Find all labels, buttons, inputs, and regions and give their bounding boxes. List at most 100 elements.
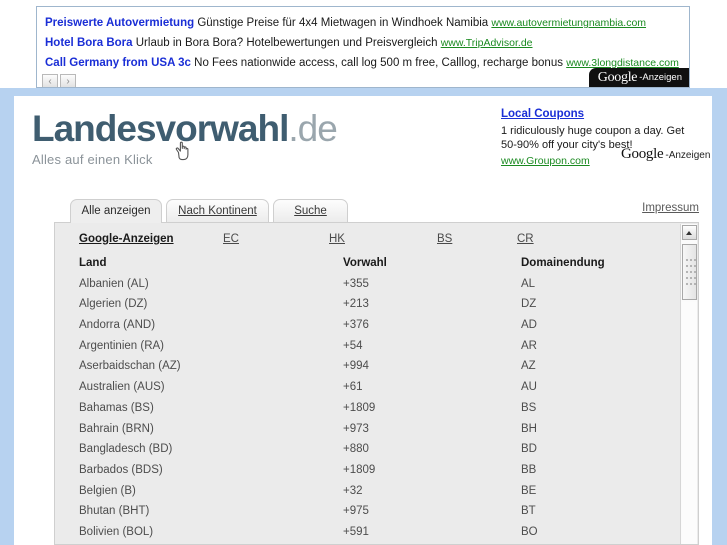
cell-land: Bolivien (BOL): [79, 525, 154, 538]
cell-land: Bahrain (BRN): [79, 422, 154, 435]
table-row: Bahrain (BRN) +973 BH: [79, 423, 669, 444]
table-row: Bhutan (BHT) +975 BT: [79, 505, 669, 526]
table-row: Aserbaidschan (AZ) +994 AZ: [79, 360, 669, 381]
cell-land: Argentinien (RA): [79, 339, 165, 352]
cell-vorwahl: +1809: [343, 463, 376, 476]
banner-ad-title[interactable]: Preiswerte Autovermietung: [45, 17, 194, 29]
ad-code-link-hk[interactable]: HK: [329, 233, 345, 245]
hand-cursor-icon: [175, 141, 189, 161]
cell-domainendung: BB: [521, 463, 537, 476]
cell-domainendung: BH: [521, 422, 537, 435]
coupon-ad-title[interactable]: Local Coupons: [501, 107, 584, 121]
cell-domainendung: AU: [521, 381, 537, 394]
banner-ad-url[interactable]: www.autovermietungnambia.com: [491, 17, 646, 29]
table-row: Belgien (B) +32 BE: [79, 485, 669, 506]
table-scrollbar[interactable]: [680, 224, 697, 544]
column-header-land: Land: [79, 257, 107, 269]
ad-carousel-nav: ‹ ›: [42, 74, 76, 87]
banner-ad-title[interactable]: Call Germany from USA 3c: [45, 57, 191, 69]
tab-label: Nach Kontinent: [178, 205, 257, 217]
cell-vorwahl: +994: [343, 360, 369, 373]
cell-land: Australien (AUS): [79, 381, 165, 394]
cell-vorwahl: +1809: [343, 401, 376, 414]
table-row: Andorra (AND) +376 AD: [79, 319, 669, 340]
banner-ad-title[interactable]: Hotel Bora Bora: [45, 37, 133, 49]
next-arrow-icon[interactable]: ›: [60, 74, 76, 87]
tab-alle-anzeigen[interactable]: Alle anzeigen: [70, 199, 162, 223]
cell-vorwahl: +880: [343, 443, 369, 456]
table-rows-container: Albanien (AL) +355 AL Algerien (DZ) +213 DZ An…: [79, 278, 669, 544]
tab-nach-kontinent[interactable]: Nach Kontinent: [166, 199, 269, 223]
table-header-row: Land Vorwahl Domainendung: [79, 257, 669, 278]
cell-land: Andorra (AND): [79, 319, 156, 332]
table-row: Bangladesch (BD) +880 BD: [79, 443, 669, 464]
banner-ad-description: Urlaub in Bora Bora? Hotelbewertungen un…: [135, 37, 438, 49]
prev-arrow-icon[interactable]: ‹: [42, 74, 58, 87]
cell-vorwahl: +973: [343, 422, 369, 435]
banner-ad-item: Preiswerte Autovermietung Günstige Preis…: [45, 16, 683, 31]
cell-domainendung: AL: [521, 277, 536, 290]
table-row: Argentinien (RA) +54 AR: [79, 340, 669, 361]
inline-ad-title[interactable]: Google-Anzeigen: [79, 233, 174, 245]
site-content-card: Landesvorwahl.de Alles auf einen Klick L…: [14, 96, 712, 545]
cell-vorwahl: +355: [343, 277, 369, 290]
cell-vorwahl: +61: [343, 381, 363, 394]
google-ads-banner: Preiswerte Autovermietung Günstige Preis…: [36, 6, 690, 88]
table-row: Barbados (BDS) +1809 BB: [79, 464, 669, 485]
google-wordmark: Google: [621, 146, 664, 162]
cell-land: Algerien (DZ): [79, 298, 148, 311]
cell-vorwahl: +975: [343, 505, 369, 518]
column-header-vorwahl: Vorwahl: [343, 257, 387, 269]
tab-bar: Alle anzeigen Nach Kontinent Suche Impre…: [54, 199, 699, 223]
cell-land: Bangladesch (BD): [79, 443, 173, 456]
cell-vorwahl: +54: [343, 339, 363, 352]
google-ads-badge-header: Google -Anzeigen: [621, 146, 710, 163]
tab-label: Suche: [294, 205, 327, 217]
impressum-link[interactable]: Impressum: [642, 202, 699, 214]
ad-code-link-ec[interactable]: EC: [223, 233, 239, 245]
cell-domainendung: BS: [521, 401, 537, 414]
cell-vorwahl: +213: [343, 298, 369, 311]
cell-domainendung: AD: [521, 319, 537, 332]
banner-ad-url[interactable]: www.TripAdvisor.de: [441, 37, 533, 49]
ad-code-link-bs[interactable]: BS: [437, 233, 452, 245]
inline-ad-links-row: Google-Anzeigen EC HK BS CR: [79, 233, 659, 249]
scroll-up-arrow-icon[interactable]: [682, 225, 697, 240]
cell-domainendung: DZ: [521, 298, 537, 311]
cell-domainendung: BE: [521, 484, 537, 497]
cell-vorwahl: +591: [343, 525, 369, 538]
country-table-panel: Google-Anzeigen EC HK BS CR Land Vorwahl…: [54, 222, 699, 545]
cell-domainendung: BT: [521, 505, 536, 518]
banner-ad-item: Call Germany from USA 3c No Fees nationw…: [45, 56, 683, 71]
scrollbar-track[interactable]: [682, 302, 697, 544]
table-row: Algerien (DZ) +213 DZ: [79, 298, 669, 319]
google-badge-suffix: -Anzeigen: [639, 72, 682, 83]
site-header: Landesvorwahl.de Alles auf einen Klick L…: [14, 96, 712, 186]
banner-ad-description: No Fees nationwide access, call log 500 …: [194, 57, 563, 69]
logo-main-text: Landesvorwahl: [32, 108, 289, 149]
ad-code-link-cr[interactable]: CR: [517, 233, 534, 245]
cell-land: Belgien (B): [79, 484, 136, 497]
table-row: Albanien (AL) +355 AL: [79, 278, 669, 299]
cell-land: Barbados (BDS): [79, 463, 163, 476]
cell-vorwahl: +376: [343, 319, 369, 332]
table-row: Bahamas (BS) +1809 BS: [79, 402, 669, 423]
cell-land: Aserbaidschan (AZ): [79, 360, 181, 373]
cell-land: Albanien (AL): [79, 277, 149, 290]
table-row: Bolivien (BOL) +591 BO: [79, 525, 669, 544]
cell-vorwahl: +32: [343, 484, 363, 497]
logo-suffix-text: .de: [288, 108, 337, 149]
column-header-domainendung: Domainendung: [521, 257, 605, 269]
cell-domainendung: BO: [521, 525, 538, 538]
tab-suche[interactable]: Suche: [273, 199, 348, 223]
google-wordmark: Google: [597, 69, 638, 85]
google-badge-suffix: -Anzeigen: [665, 150, 711, 161]
cell-domainendung: AZ: [521, 360, 536, 373]
scrollbar-thumb[interactable]: [682, 244, 697, 300]
banner-ad-item: Hotel Bora Bora Urlaub in Bora Bora? Hot…: [45, 36, 683, 51]
scrollbar-grip-icon: [686, 259, 696, 287]
tab-label: Alle anzeigen: [81, 205, 151, 217]
banner-ad-description: Günstige Preise für 4x4 Mietwagen in Win…: [197, 17, 489, 29]
cell-land: Bahamas (BS): [79, 401, 154, 414]
cell-domainendung: AR: [521, 339, 537, 352]
